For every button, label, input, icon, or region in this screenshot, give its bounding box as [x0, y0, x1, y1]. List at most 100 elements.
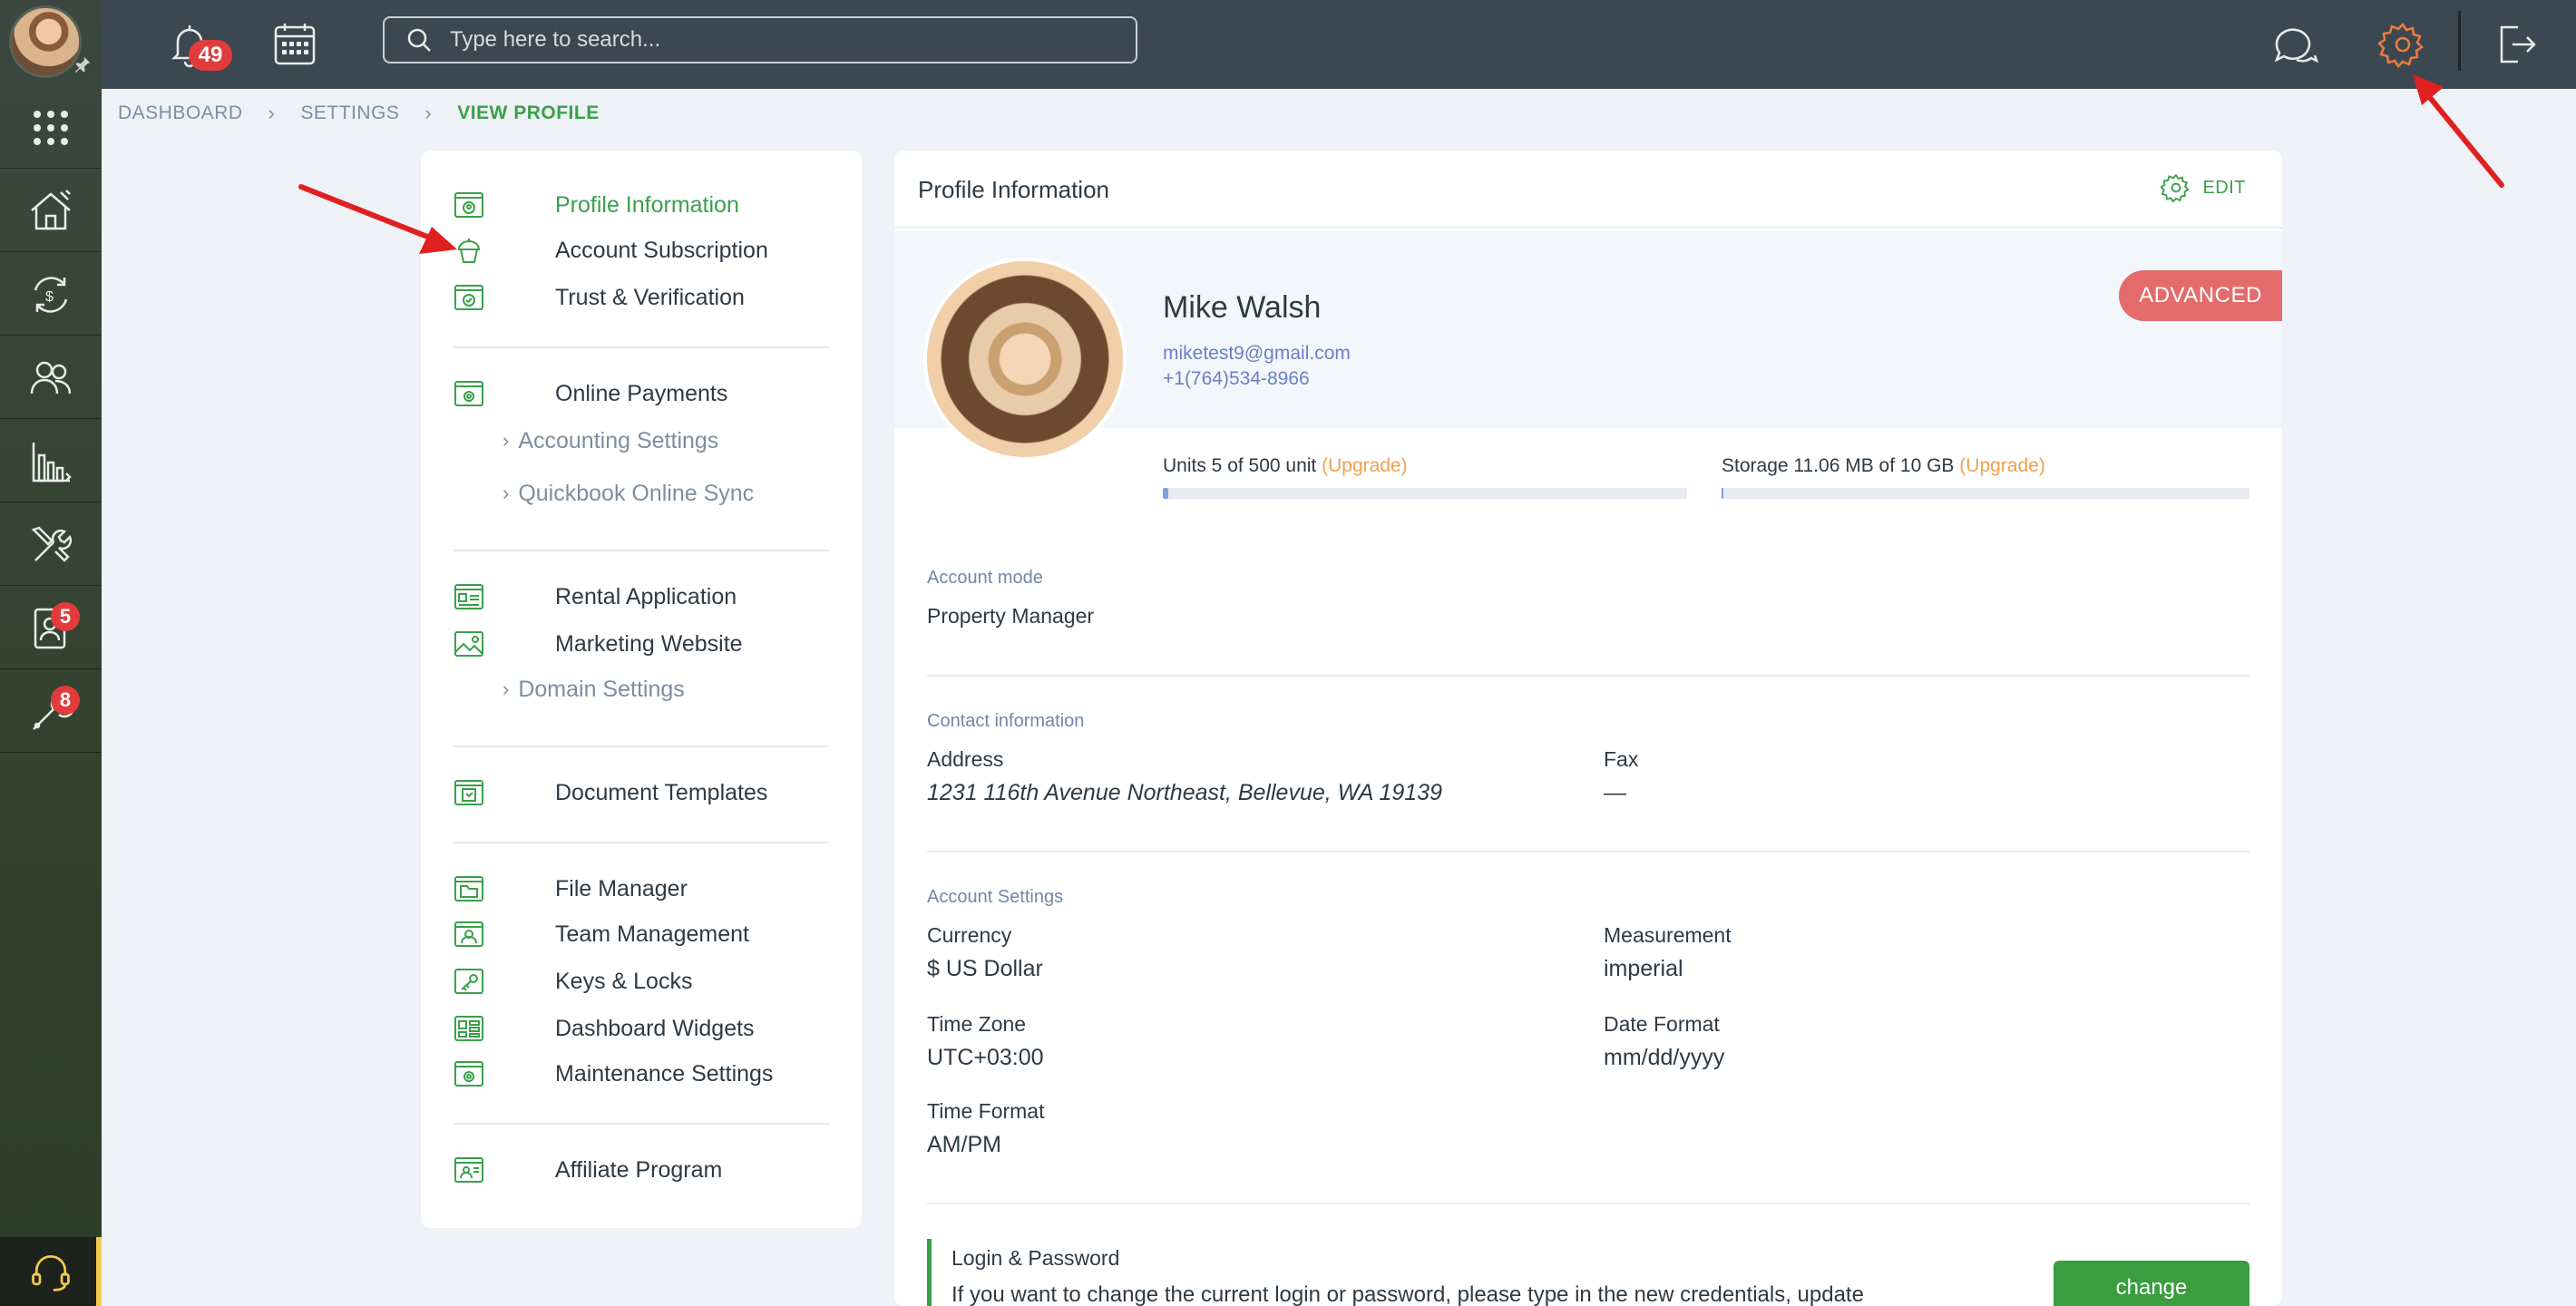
- chevron-right-icon: ›: [503, 677, 510, 700]
- login-title: Login & Password: [951, 1246, 1120, 1270]
- apps-grid-icon: [34, 110, 68, 145]
- measurement-value: imperial: [1604, 956, 1683, 981]
- timeformat-value: AM/PM: [927, 1132, 1001, 1157]
- nav-quickbook-online-sync[interactable]: › Quickbook Online Sync: [503, 475, 754, 512]
- user-avatar[interactable]: [9, 5, 82, 78]
- units-upgrade-link[interactable]: (Upgrade): [1322, 455, 1408, 476]
- account-mode-section-label: Account mode: [927, 568, 1043, 588]
- calendar-button[interactable]: [267, 16, 323, 73]
- units-progress-bar: [1163, 488, 1687, 499]
- measurement-label: Measurement: [1604, 923, 1732, 947]
- pin-icon[interactable]: [73, 54, 93, 74]
- breadcrumb-dashboard[interactable]: DASHBOARD: [118, 102, 243, 124]
- profile-phone[interactable]: +1(764)534-8966: [1163, 368, 1310, 390]
- units-text: Units 5 of 500 unit: [1163, 455, 1317, 476]
- change-credentials-button[interactable]: change: [2054, 1261, 2249, 1306]
- timezone-label: Time Zone: [927, 1012, 1027, 1036]
- breadcrumb-separator: ›: [424, 102, 433, 124]
- support-button[interactable]: [0, 1237, 102, 1306]
- nav-online-payments[interactable]: Online Payments: [454, 374, 727, 414]
- rail-payments[interactable]: $: [0, 254, 102, 336]
- rail-people[interactable]: [0, 337, 102, 419]
- arrow-to-settings: [2413, 74, 2504, 188]
- nav-divider: [454, 746, 829, 747]
- nav-file-manager[interactable]: File Manager: [454, 869, 688, 909]
- nav-document-templates[interactable]: Document Templates: [454, 773, 767, 813]
- chevron-right-icon: ›: [503, 429, 510, 452]
- rail-tools[interactable]: [0, 504, 102, 586]
- notification-count-badge: 49: [189, 40, 232, 71]
- house-icon: [31, 189, 71, 229]
- chat-button[interactable]: [2266, 16, 2322, 73]
- nav-divider: [454, 346, 829, 348]
- address-label: Address: [927, 747, 1004, 771]
- calendar-icon: [274, 24, 316, 65]
- profile-name: Mike Walsh: [1163, 290, 1322, 325]
- settings-nav-panel: Profile Information Account Subscription…: [421, 151, 862, 1228]
- fax-label: Fax: [1604, 747, 1639, 771]
- profile-email[interactable]: miketest9@gmail.com: [1163, 343, 1351, 365]
- nav-domain-settings[interactable]: › Domain Settings: [503, 671, 685, 707]
- nav-divider: [454, 842, 829, 843]
- nav-label: Team Management: [555, 921, 750, 947]
- top-bar: 49: [102, 0, 2576, 89]
- nav-divider: [454, 550, 829, 551]
- nav-label: Online Payments: [555, 380, 728, 406]
- section-divider: [927, 851, 2249, 853]
- gear-icon: [2161, 173, 2191, 203]
- left-rail: $ 5 8: [0, 0, 102, 1306]
- edit-label: EDIT: [2202, 177, 2246, 198]
- logout-button[interactable]: [2487, 16, 2543, 73]
- breadcrumb: DASHBOARD › SETTINGS › VIEW PROFILE: [118, 100, 600, 127]
- payment-gear-icon: [454, 381, 483, 406]
- dateformat-value: mm/dd/yyyy: [1604, 1045, 1725, 1070]
- nav-label: Trust & Verification: [555, 284, 745, 310]
- rail-reports[interactable]: [0, 421, 102, 502]
- nav-account-subscription[interactable]: Account Subscription: [454, 230, 768, 270]
- rail-maintenance[interactable]: 8: [0, 671, 102, 753]
- card-title: Profile Information: [918, 176, 1109, 203]
- storage-usage-label: Storage 11.06 MB of 10 GB (Upgrade): [1722, 455, 2045, 477]
- widgets-icon: [454, 1016, 483, 1041]
- gear-icon: [2378, 23, 2424, 68]
- key-icon: [454, 969, 483, 994]
- nav-accounting-settings[interactable]: › Accounting Settings: [503, 423, 718, 459]
- nav-team-management[interactable]: Team Management: [454, 914, 749, 954]
- search-input[interactable]: [450, 27, 1136, 53]
- chat-bubbles-icon: [2274, 28, 2318, 63]
- nav-rental-application[interactable]: Rental Application: [454, 577, 737, 617]
- svg-text:$: $: [45, 289, 54, 305]
- nav-maintenance-settings[interactable]: Maintenance Settings: [454, 1054, 773, 1094]
- search-bar[interactable]: [383, 16, 1137, 63]
- tools-icon: [31, 526, 73, 562]
- chevron-right-icon: ›: [503, 482, 510, 504]
- breadcrumb-settings[interactable]: SETTINGS: [300, 102, 399, 124]
- nav-sub-label: Domain Settings: [518, 676, 685, 702]
- currency-label: Currency: [927, 923, 1012, 947]
- dateformat-label: Date Format: [1604, 1012, 1720, 1036]
- profile-avatar[interactable]: [927, 261, 1123, 457]
- nav-keys-locks[interactable]: Keys & Locks: [454, 961, 692, 1001]
- section-divider: [927, 1203, 2249, 1204]
- nav-profile-information[interactable]: Profile Information: [454, 185, 739, 225]
- nav-affiliate-program[interactable]: Affiliate Program: [454, 1150, 722, 1190]
- edit-button[interactable]: EDIT: [2161, 172, 2246, 203]
- nav-label: File Manager: [555, 875, 688, 902]
- settings-button[interactable]: [2375, 16, 2431, 73]
- rail-contacts[interactable]: 5: [0, 588, 102, 669]
- rail-properties[interactable]: [0, 171, 102, 252]
- section-divider: [927, 675, 2249, 677]
- nav-sub-label: Quickbook Online Sync: [518, 480, 755, 506]
- nav-trust-verification[interactable]: Trust & Verification: [454, 278, 745, 317]
- fax-value: —: [1604, 780, 1626, 805]
- rail-apps[interactable]: [0, 87, 102, 169]
- nav-marketing-website[interactable]: Marketing Website: [454, 624, 743, 664]
- account-settings-section-label: Account Settings: [927, 887, 1064, 907]
- nav-dashboard-widgets[interactable]: Dashboard Widgets: [454, 1009, 755, 1048]
- units-usage-label: Units 5 of 500 unit (Upgrade): [1163, 455, 1408, 477]
- image-icon: [454, 631, 483, 657]
- storage-text: Storage 11.06 MB of 10 GB: [1722, 455, 1955, 476]
- nav-label: Profile Information: [555, 191, 739, 218]
- storage-upgrade-link[interactable]: (Upgrade): [1959, 455, 2045, 476]
- units-progress-fill: [1163, 488, 1168, 499]
